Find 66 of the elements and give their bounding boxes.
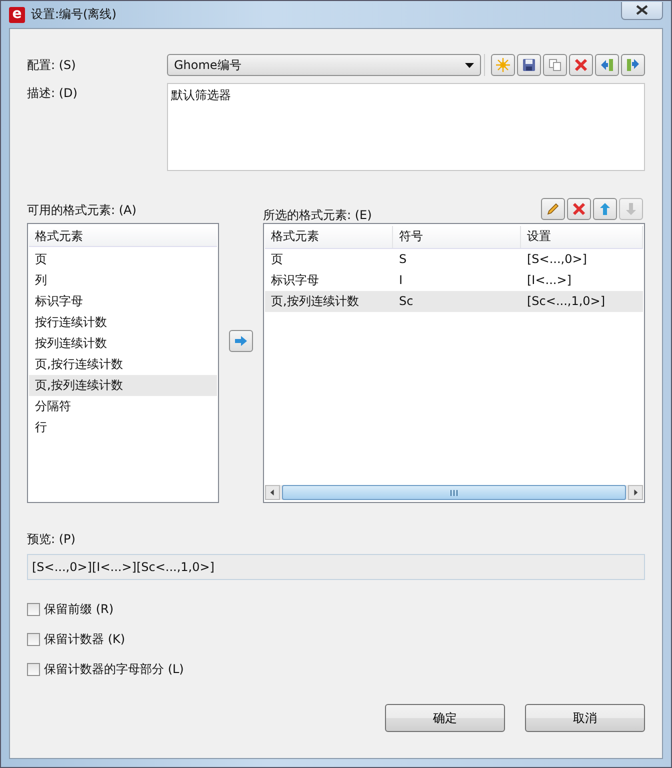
list-item[interactable]: 分隔符 — [29, 396, 217, 417]
import-tool-button[interactable] — [595, 54, 619, 76]
cross-icon — [574, 58, 588, 72]
pages-icon — [548, 58, 562, 72]
table-row[interactable]: 标识字母 I [I<...>] — [265, 270, 643, 291]
list-item[interactable]: 标识字母 — [29, 291, 217, 312]
edit-tool-button[interactable] — [541, 198, 565, 220]
arrow-out-of-bars-icon — [626, 58, 640, 72]
add-element-button[interactable] — [229, 330, 253, 352]
right-arrow-icon — [234, 336, 248, 346]
list-item[interactable]: 列 — [29, 270, 217, 291]
list-item[interactable]: 页 — [29, 249, 217, 270]
preview-field: [S<...,0>][I<...>][Sc<...,1,0>] — [27, 554, 645, 580]
scroll-right-icon — [628, 485, 643, 500]
table-row[interactable]: 页 S [S<...,0>] — [265, 249, 643, 270]
config-dropdown[interactable]: Ghome编号 — [167, 54, 481, 76]
description-field[interactable]: 默认筛选器 — [167, 83, 645, 171]
table-cell-text: [S<...,0>] — [526, 251, 588, 268]
table-cell-text: Sc — [398, 293, 414, 310]
column-header[interactable]: 符号 — [393, 226, 521, 248]
list-item[interactable]: 页,按行连续计数 — [29, 354, 217, 375]
description-label: 描述: (D) — [27, 85, 78, 102]
app-logo: e — [9, 6, 25, 22]
export-tool-button[interactable] — [621, 54, 645, 76]
delete-tool-button[interactable] — [569, 54, 593, 76]
cancel-button[interactable]: 取消 — [525, 704, 645, 732]
table-cell-text: 标识字母 — [270, 272, 320, 289]
checkbox[interactable] — [27, 662, 40, 676]
checkbox-label: 保留计数器的字母部分 (L) — [44, 660, 184, 678]
column-header[interactable]: 设置 — [521, 226, 643, 248]
scroll-left-icon — [265, 485, 280, 500]
up-arrow-icon — [598, 202, 612, 216]
list-item[interactable]: 按行连续计数 — [29, 312, 217, 333]
window-title: 设置:编号(离线) — [31, 6, 118, 23]
list-item[interactable]: 按列连续计数 — [29, 333, 217, 354]
table-cell-text: [I<...>] — [526, 272, 572, 289]
sparkle-icon — [496, 58, 510, 72]
selected-elements-label: 所选的格式元素: (E) — [263, 206, 372, 224]
arrow-into-bars-icon — [600, 58, 614, 72]
up-tool-button[interactable] — [593, 198, 617, 220]
close-icon — [636, 5, 648, 15]
table-cell-text: [Sc<...,1,0>] — [526, 293, 606, 310]
table-row[interactable]: 页,按列连续计数 Sc [Sc<...,1,0>] — [265, 291, 643, 312]
available-elements-label: 可用的格式元素: (A) — [27, 202, 136, 219]
delete-tool-button[interactable] — [567, 198, 591, 220]
list-item[interactable]: 页,按列连续计数 — [29, 375, 217, 396]
checkbox[interactable] — [27, 602, 40, 616]
checkbox[interactable] — [27, 632, 40, 646]
save-tool-button[interactable] — [517, 54, 541, 76]
table-cell-text: 页,按列连续计数 — [270, 293, 360, 310]
table-cell-text: S — [398, 251, 408, 268]
preview-label: 预览: (P) — [27, 531, 76, 548]
table-cell-text: I — [398, 272, 404, 289]
pencil-icon — [546, 202, 560, 216]
cross-icon — [572, 202, 586, 216]
down-arrow-icon — [624, 202, 638, 216]
checkbox-label: 保留计数器 (K) — [44, 630, 126, 648]
ok-button[interactable]: 确定 — [385, 704, 505, 732]
checkbox-label: 保留前缀 (R) — [44, 600, 114, 618]
close-button[interactable] — [621, 2, 663, 20]
dropdown-arrow-icon — [465, 62, 474, 68]
config-label: 配置: (S) — [27, 56, 77, 74]
grip-icon — [450, 490, 458, 496]
list-item[interactable]: 行 — [29, 417, 217, 438]
column-header[interactable]: 格式元素 — [265, 226, 393, 248]
table-cell-text: 页 — [270, 251, 284, 268]
